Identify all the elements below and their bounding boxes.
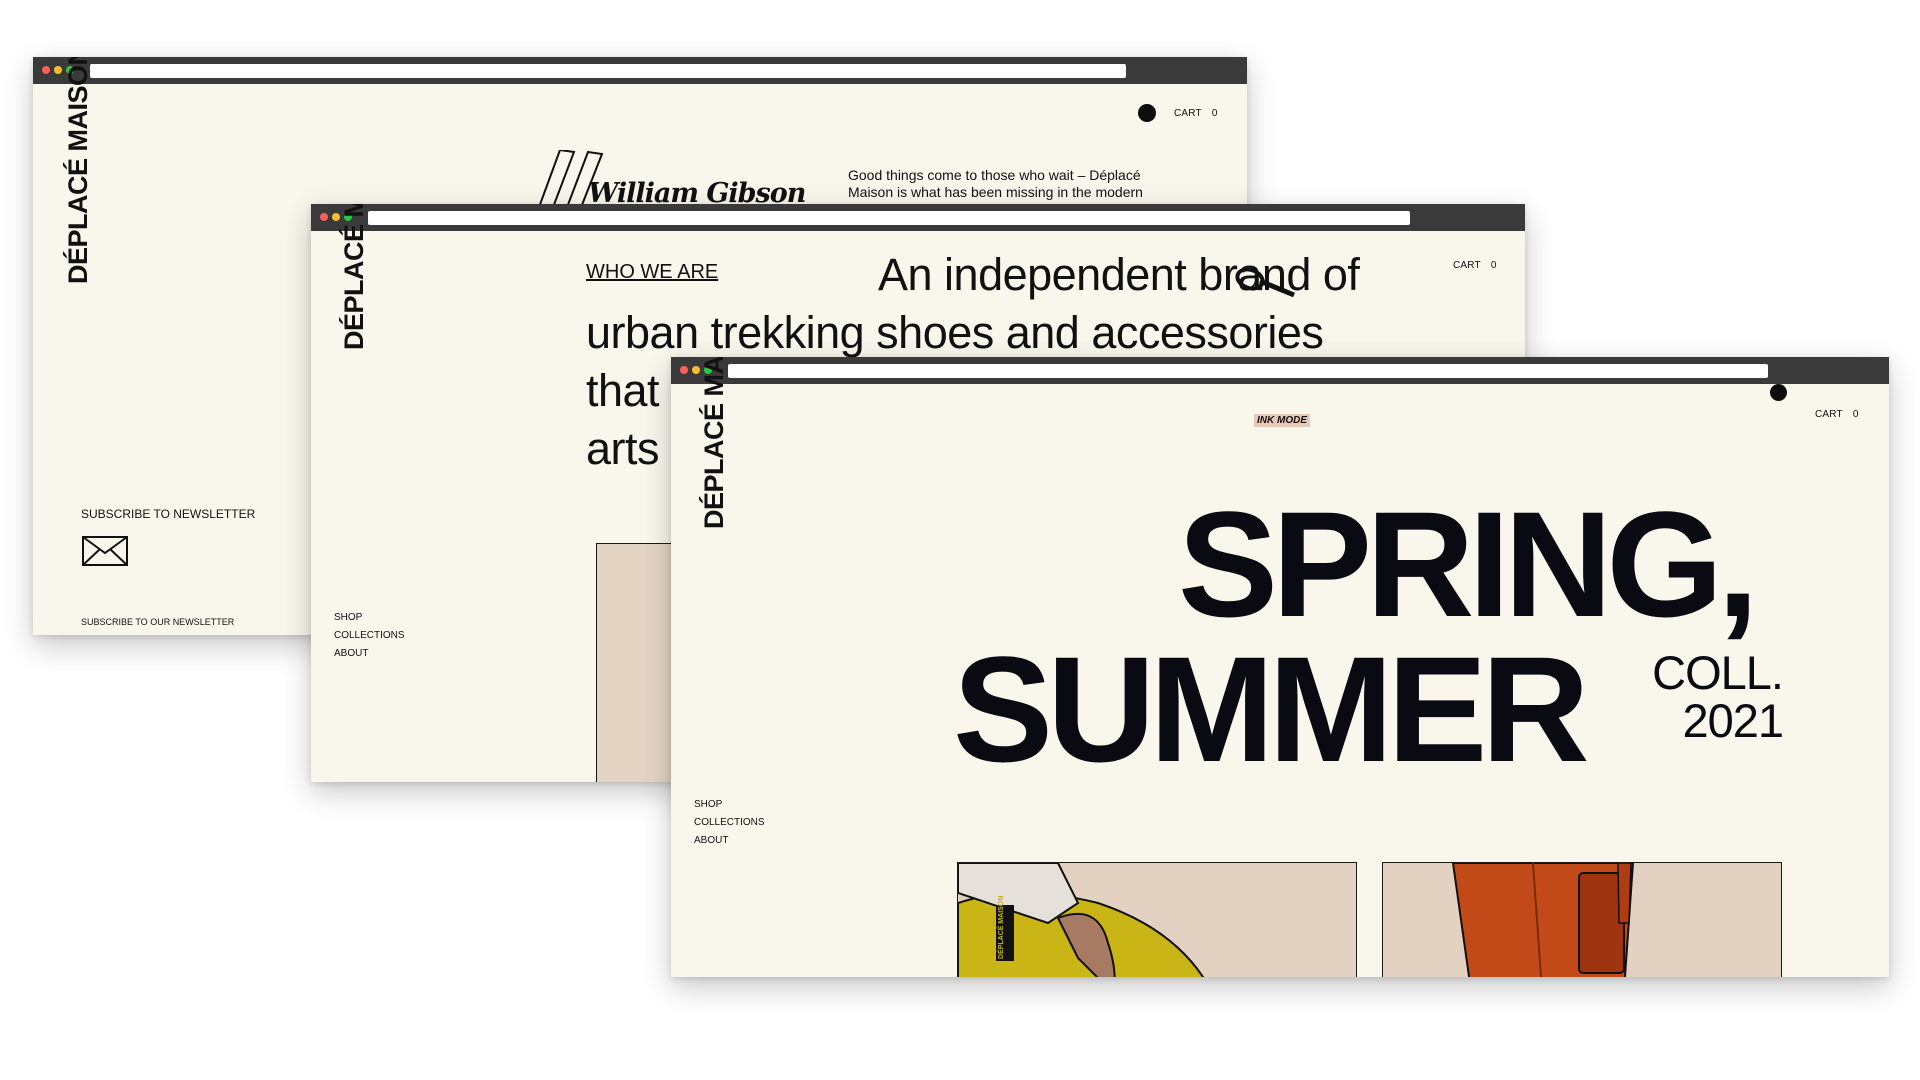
menu-dot-button[interactable] <box>1138 104 1156 122</box>
brand-logo[interactable]: DÉPLACÉ MAISON <box>63 57 94 284</box>
pants-illustration <box>1383 863 1781 977</box>
address-bar[interactable] <box>90 64 1126 78</box>
close-window-button[interactable] <box>320 213 328 221</box>
who-we-are-link[interactable]: WHO WE ARE <box>586 261 718 284</box>
brand-logo[interactable]: DÉPLACÉ MAISON <box>699 357 730 529</box>
close-window-button[interactable] <box>680 366 688 374</box>
collection-word: COLL. <box>1652 646 1784 699</box>
product-card-bag[interactable]: DÉPLACÉ MAISON <box>957 862 1357 977</box>
cart-link[interactable]: CART 0 <box>1174 108 1218 119</box>
headline-line-4: arts <box>586 423 660 474</box>
browser-titlebar <box>33 57 1247 84</box>
browser-titlebar <box>311 204 1525 231</box>
browser-titlebar <box>671 357 1889 384</box>
bag-illustration <box>958 863 1356 977</box>
minimize-window-button[interactable] <box>54 66 62 74</box>
cart-link[interactable]: CART 0 <box>1815 409 1859 420</box>
nav-shop[interactable]: SHOP <box>334 609 405 627</box>
nav-shop[interactable]: SHOP <box>694 796 765 814</box>
cart-count: 0 <box>1490 260 1497 271</box>
collection-label: COLL. 2021 <box>1641 646 1784 747</box>
collection-year: 2021 <box>1682 694 1784 747</box>
product-card-pants[interactable] <box>1382 862 1782 977</box>
hero-title-line-1: SPRING, <box>1178 480 1759 648</box>
envelope-icon[interactable] <box>82 536 128 566</box>
cart-link[interactable]: CART 0 <box>1453 260 1497 271</box>
glasses-doodle-icon <box>1235 267 1295 298</box>
quote-text: Good things come to those who wait – Dép… <box>848 167 1143 200</box>
nav-about[interactable]: ABOUT <box>334 645 405 663</box>
headline-line-3: that <box>586 365 660 416</box>
main-nav: SHOP COLLECTIONS ABOUT <box>694 796 765 850</box>
cart-label: CART <box>1174 108 1202 119</box>
close-window-button[interactable] <box>42 66 50 74</box>
ink-mode-badge[interactable]: INK MODE <box>1254 414 1310 427</box>
cart-label: CART <box>1815 409 1843 420</box>
cart-count: 0 <box>1852 409 1859 420</box>
newsletter-subtitle[interactable]: SUBSCRIBE TO OUR NEWSLETTER <box>81 617 234 627</box>
nav-about[interactable]: ABOUT <box>694 832 765 850</box>
main-nav: SHOP COLLECTIONS ABOUT <box>334 609 405 663</box>
headline-line-2: urban trekking shoes and accessories <box>586 307 1324 358</box>
address-bar[interactable] <box>728 364 1768 378</box>
hero-title-line-2: SUMMER <box>953 625 1590 793</box>
bag-brand-label: DÉPLACÉ MAISON <box>998 895 1005 959</box>
nav-collections[interactable]: COLLECTIONS <box>334 627 405 645</box>
newsletter-title: SUBSCRIBE TO NEWSLETTER <box>81 507 256 521</box>
nav-collections[interactable]: COLLECTIONS <box>694 814 765 832</box>
cart-count: 0 <box>1211 108 1218 119</box>
menu-dot-button[interactable] <box>1770 384 1787 401</box>
cart-label: CART <box>1453 260 1481 271</box>
address-bar[interactable] <box>368 211 1410 225</box>
browser-window-front: DÉPLACÉ MAISON INK MODE CART 0 SPRING, S… <box>671 357 1889 977</box>
brand-logo[interactable]: DÉPLACÉ MAISON <box>339 204 370 350</box>
